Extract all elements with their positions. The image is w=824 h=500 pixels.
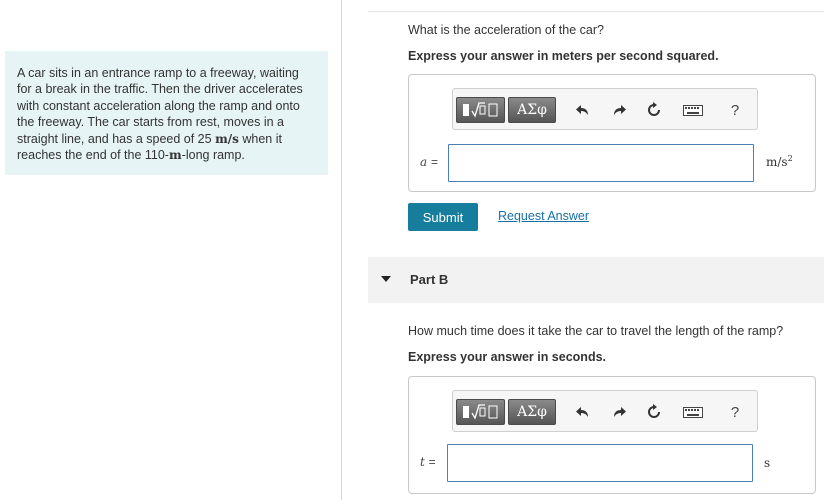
redo-icon[interactable] <box>608 99 630 121</box>
undo-icon[interactable] <box>572 401 594 423</box>
problem-line-6: reaches the end of the 110-m-long ramp. <box>17 147 320 163</box>
parta-question: What is the acceleration of the car? <box>408 23 604 37</box>
problem-line-4: the freeway. The car starts from rest, m… <box>17 115 284 130</box>
partb-math-toolbar: ΑΣφ ? <box>452 390 758 432</box>
partb-instruction: Express your answer in seconds. <box>408 350 606 364</box>
parta-answer-panel: ΑΣφ ? a = m/s2 <box>408 74 816 192</box>
template-icon <box>462 404 497 420</box>
parta-math-toolbar: ΑΣφ ? <box>452 88 758 130</box>
parta-variable: a <box>420 155 428 169</box>
template-icon <box>462 102 497 118</box>
parta-variable-label: a = <box>420 155 438 169</box>
problem-statement: A car sits in an entrance ramp to a free… <box>5 51 328 175</box>
parta-unit-base: m/s <box>766 155 788 169</box>
partb-answer-panel: ΑΣφ ? t = s <box>408 376 816 494</box>
parta-equals: = <box>430 155 438 169</box>
undo-icon[interactable] <box>572 99 594 121</box>
partb-title: Part B <box>410 272 449 287</box>
partb-answer-input[interactable] <box>447 444 753 482</box>
partb-variable-label: t = <box>420 455 436 469</box>
parta-answer-input[interactable] <box>448 144 754 182</box>
symbols-button[interactable]: ΑΣφ <box>508 399 556 425</box>
parta-unit-exponent: 2 <box>787 154 793 163</box>
partb-question: How much time does it take the car to tr… <box>408 324 784 338</box>
keyboard-icon[interactable] <box>682 99 704 121</box>
partb-unit: s <box>764 456 771 470</box>
problem-line-6b: -long ramp. <box>181 148 245 163</box>
speed-unit: m/s <box>215 131 239 146</box>
parta-instruction: Express your answer in meters per second… <box>408 49 719 63</box>
help-button[interactable]: ? <box>724 99 746 121</box>
problem-line-5b: when it <box>238 131 282 146</box>
request-answer-link[interactable]: Request Answer <box>498 209 589 223</box>
problem-line-6a: reaches the end of the 110- <box>17 148 169 163</box>
reset-icon[interactable] <box>643 99 665 121</box>
top-separator <box>368 11 824 12</box>
template-button[interactable] <box>456 399 505 425</box>
redo-icon[interactable] <box>608 401 630 423</box>
symbols-button[interactable]: ΑΣφ <box>508 97 556 123</box>
submit-button[interactable]: Submit <box>408 203 478 231</box>
length-unit: m <box>168 148 182 163</box>
parta-unit: m/s2 <box>766 154 793 169</box>
problem-line-5: straight line, and has a speed of 25 m/s… <box>17 131 320 147</box>
reset-icon[interactable] <box>643 401 665 423</box>
problem-line-1: A car sits in an entrance ramp to a free… <box>17 66 299 80</box>
partb-equals: = <box>428 455 436 469</box>
partb-variable: t <box>420 455 425 469</box>
template-button[interactable] <box>456 97 505 123</box>
problem-line-2: for a break in the traffic. Then the dri… <box>17 82 303 97</box>
collapse-caret-icon[interactable] <box>381 276 391 282</box>
pane-divider <box>341 0 342 500</box>
help-button[interactable]: ? <box>724 401 746 423</box>
keyboard-icon[interactable] <box>682 401 704 423</box>
problem-line-5a: straight line, and has a speed of 25 <box>17 131 216 146</box>
problem-line-3: with constant acceleration along the ram… <box>17 98 300 113</box>
